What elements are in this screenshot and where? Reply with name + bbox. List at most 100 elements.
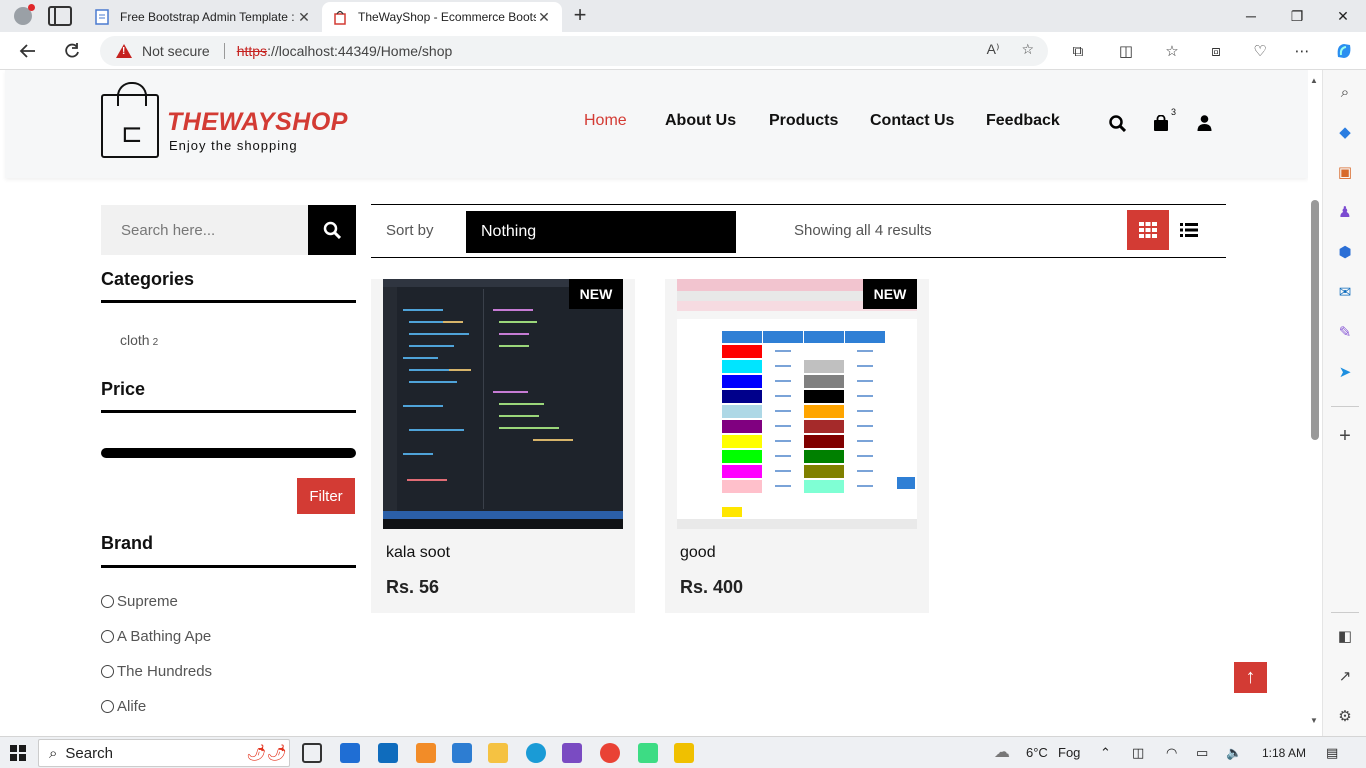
visual-studio-icon[interactable]: [562, 743, 582, 763]
weather-status[interactable]: Fog: [1058, 745, 1080, 760]
shopping-bag-cart-icon[interactable]: [1150, 112, 1172, 134]
radio-button[interactable]: [101, 700, 114, 713]
favorites-icon[interactable]: ☆: [1160, 40, 1184, 62]
mail-icon[interactable]: [378, 743, 398, 763]
fog-weather-icon[interactable]: ☁: [994, 742, 1010, 762]
copilot-icon[interactable]: [1332, 40, 1356, 62]
close-tab-icon[interactable]: ✕: [536, 9, 552, 26]
send-icon[interactable]: ➤: [1335, 362, 1355, 382]
radio-button[interactable]: [101, 595, 114, 608]
radio-button[interactable]: [101, 630, 114, 643]
nav-products[interactable]: Products: [769, 112, 838, 130]
back-to-top-button[interactable]: ↑: [1234, 662, 1267, 693]
android-icon[interactable]: [638, 743, 658, 763]
file-explorer-icon[interactable]: [488, 743, 508, 763]
minimize-button[interactable]: ─: [1228, 0, 1274, 32]
list-view-button[interactable]: [1178, 216, 1200, 244]
performance-icon[interactable]: ♡: [1248, 40, 1272, 62]
start-button[interactable]: [10, 745, 26, 761]
grid-view-button[interactable]: [1127, 210, 1169, 250]
settings-gear-icon[interactable]: ⚙: [1335, 706, 1355, 726]
product-name[interactable]: good: [680, 544, 716, 562]
collections-icon[interactable]: ⧈: [1204, 40, 1228, 62]
add-icon[interactable]: +: [1335, 425, 1355, 447]
product-image[interactable]: NEW: [677, 279, 917, 529]
chrome-icon[interactable]: [600, 743, 620, 763]
open-external-icon[interactable]: ↗: [1335, 666, 1355, 686]
shop-favicon-icon: [332, 9, 348, 25]
shopping-tag-icon[interactable]: ◆: [1335, 122, 1355, 142]
brand-option-the-hundreds[interactable]: The Hundreds: [101, 663, 212, 680]
taskbar-search[interactable]: ⌕ Search 🌶🌶: [38, 739, 290, 767]
browser-tab-bar: Free Bootstrap Admin Template : ✕ TheWay…: [0, 0, 1366, 32]
app-icon[interactable]: [674, 743, 694, 763]
task-view-icon[interactable]: [302, 743, 322, 763]
user-icon[interactable]: [1193, 112, 1215, 134]
more-menu-icon[interactable]: ⋯: [1290, 40, 1314, 62]
brand-option-supreme[interactable]: Supreme: [101, 593, 178, 610]
chevron-up-icon[interactable]: ⌃: [1100, 745, 1111, 761]
vscode-icon[interactable]: [452, 743, 472, 763]
scrollbar-thumb[interactable]: [1311, 200, 1319, 440]
restore-button[interactable]: ❐: [1274, 0, 1320, 32]
nav-home[interactable]: Home: [584, 112, 627, 130]
nav-contact-us[interactable]: Contact Us: [870, 112, 954, 130]
brand-option-alife[interactable]: Alife: [101, 698, 146, 715]
edge-icon[interactable]: [526, 743, 546, 763]
nav-about-us[interactable]: About Us: [665, 112, 736, 130]
back-arrow-icon[interactable]: [14, 38, 42, 64]
outlook-icon[interactable]: ✉: [1335, 282, 1355, 302]
search-icon[interactable]: ⌕: [1335, 82, 1355, 102]
product-card[interactable]: NEW kala soot Rs. 56: [371, 279, 635, 613]
new-tab-button[interactable]: +: [568, 4, 592, 28]
refresh-icon[interactable]: [58, 38, 86, 64]
filter-button[interactable]: Filter: [297, 478, 355, 514]
profile-button[interactable]: [8, 4, 38, 28]
categories-heading: Categories: [101, 269, 195, 289]
temperature[interactable]: 6°C: [1026, 745, 1048, 760]
brand-option-a-bathing-ape[interactable]: A Bathing Ape: [101, 628, 211, 645]
product-card[interactable]: NEW good Rs. 400: [665, 279, 929, 613]
windows-taskbar: ⌕ Search 🌶🌶 ☁ 6°C Fog ⌃ ◫ ◠ ▭ 🔈 1:18 AM …: [0, 736, 1366, 768]
extensions-icon[interactable]: ⧉: [1066, 40, 1090, 62]
notifications-icon[interactable]: ▤: [1326, 745, 1338, 761]
split-screen-icon[interactable]: ◫: [1114, 40, 1138, 62]
search-input[interactable]: Search here...: [101, 205, 308, 255]
wifi-icon[interactable]: ◠: [1166, 745, 1177, 761]
web-page: ⊏ THEWAYSHOP Enjoy the shopping Home Abo…: [0, 70, 1308, 736]
product-image[interactable]: NEW: [383, 279, 623, 529]
search-icon[interactable]: [1106, 112, 1128, 134]
tools-icon[interactable]: ▣: [1335, 162, 1355, 182]
tab-thewayshop[interactable]: TheWayShop - Ecommerce Boots ✕: [322, 2, 562, 32]
site-logo[interactable]: ⊏ THEWAYSHOP Enjoy the shopping: [101, 82, 347, 166]
page-scrollbar[interactable]: ▲ ▼: [1308, 70, 1322, 736]
url-field[interactable]: ! Not secure https ://localhost:44349/Ho…: [100, 36, 1048, 66]
battery-icon[interactable]: ▭: [1196, 745, 1208, 761]
store-icon[interactable]: [340, 743, 360, 763]
microsoft-365-icon[interactable]: ⬢: [1335, 242, 1355, 262]
security-status[interactable]: Not secure: [142, 43, 210, 59]
clock[interactable]: 1:18 AM: [1262, 746, 1306, 760]
product-name[interactable]: kala soot: [386, 544, 450, 562]
price-range-slider[interactable]: [101, 448, 356, 458]
close-window-button[interactable]: ✕: [1320, 0, 1366, 32]
read-aloud-icon[interactable]: A⁾: [987, 41, 1000, 58]
close-tab-icon[interactable]: ✕: [296, 9, 312, 26]
favorite-star-icon[interactable]: ☆: [1021, 41, 1034, 58]
games-icon[interactable]: ♟: [1335, 202, 1355, 222]
price-heading: Price: [101, 379, 146, 399]
search-submit-button[interactable]: [308, 205, 356, 255]
sort-select[interactable]: Nothing: [466, 211, 736, 253]
cart-count-badge: 3: [1171, 107, 1177, 117]
sidebar-toggle-icon[interactable]: ◧: [1335, 626, 1355, 646]
meet-now-icon[interactable]: ◫: [1132, 745, 1144, 761]
tab-admin-template[interactable]: Free Bootstrap Admin Template : ✕: [84, 2, 322, 32]
category-item[interactable]: cloth 2: [120, 332, 158, 348]
new-badge: NEW: [569, 279, 623, 309]
app-icon[interactable]: [416, 743, 436, 763]
designer-icon[interactable]: ✎: [1335, 322, 1355, 342]
volume-icon[interactable]: 🔈: [1226, 745, 1242, 761]
nav-feedback[interactable]: Feedback: [986, 112, 1060, 130]
tab-actions-icon[interactable]: [48, 6, 72, 26]
radio-button[interactable]: [101, 665, 114, 678]
